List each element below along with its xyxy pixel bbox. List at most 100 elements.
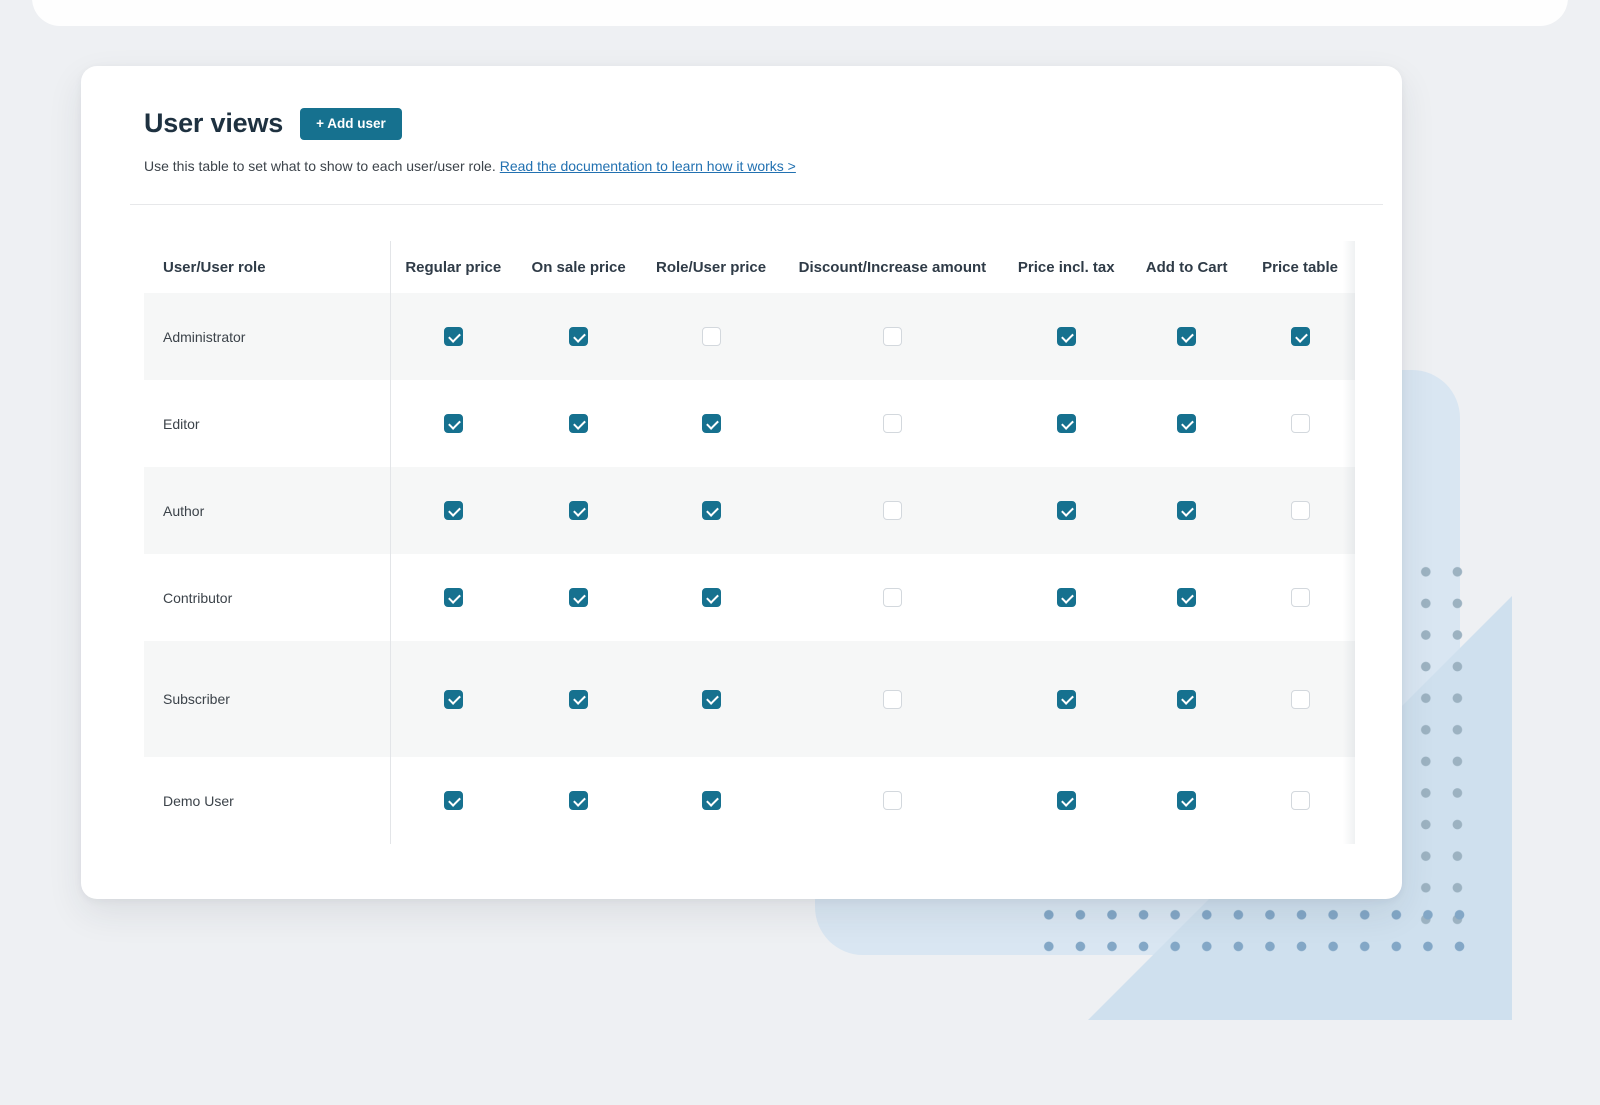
description: Use this table to set what to show to ea… (81, 140, 1402, 177)
checkbox-cell (1128, 757, 1245, 844)
checkbox-cell (516, 757, 642, 844)
checkbox-checked[interactable] (1177, 327, 1196, 346)
checkbox-cell (516, 380, 642, 467)
checkbox-checked[interactable] (702, 690, 721, 709)
checkbox-cell (642, 380, 781, 467)
checkbox-unchecked[interactable] (1291, 414, 1310, 433)
checkbox-cell (1004, 380, 1128, 467)
table-row: Demo User (144, 757, 1355, 844)
checkbox-checked[interactable] (702, 791, 721, 810)
checkbox-unchecked[interactable] (1291, 690, 1310, 709)
row-label: Administrator (144, 293, 391, 380)
checkbox-checked[interactable] (1057, 327, 1076, 346)
decor-dot-grid-vertical (1410, 556, 1474, 936)
table-row: Author (144, 467, 1355, 554)
column-header-regular-price: Regular price (391, 241, 516, 293)
stage: User views + Add user Use this table to … (0, 0, 1600, 1105)
column-header-price-table: Price table (1245, 241, 1355, 293)
description-text: Use this table to set what to show to ea… (144, 158, 496, 174)
checkbox-unchecked[interactable] (883, 414, 902, 433)
checkbox-unchecked[interactable] (883, 327, 902, 346)
checkbox-unchecked[interactable] (1291, 791, 1310, 810)
checkbox-checked[interactable] (1291, 327, 1310, 346)
checkbox-checked[interactable] (702, 501, 721, 520)
checkbox-cell (1004, 641, 1128, 757)
checkbox-checked[interactable] (444, 414, 463, 433)
checkbox-checked[interactable] (1057, 690, 1076, 709)
checkbox-checked[interactable] (569, 690, 588, 709)
page-title: User views (144, 109, 283, 139)
checkbox-checked[interactable] (1057, 588, 1076, 607)
checkbox-checked[interactable] (444, 791, 463, 810)
checkbox-checked[interactable] (569, 501, 588, 520)
checkbox-cell (1245, 293, 1355, 380)
checkbox-checked[interactable] (444, 327, 463, 346)
checkbox-checked[interactable] (1177, 501, 1196, 520)
divider (130, 204, 1383, 205)
checkbox-unchecked[interactable] (1291, 588, 1310, 607)
column-header-role-user-price: Role/User price (642, 241, 781, 293)
card-header: User views + Add user (81, 66, 1402, 140)
row-label: Demo User (144, 757, 391, 844)
column-header-price-incl-tax: Price incl. tax (1004, 241, 1128, 293)
checkbox-checked[interactable] (702, 414, 721, 433)
checkbox-checked[interactable] (1057, 791, 1076, 810)
checkbox-cell (516, 467, 642, 554)
checkbox-cell (1004, 757, 1128, 844)
checkbox-cell (1128, 467, 1245, 554)
checkbox-cell (1004, 554, 1128, 641)
row-label: Author (144, 467, 391, 554)
table-row: Subscriber (144, 641, 1355, 757)
checkbox-checked[interactable] (569, 327, 588, 346)
row-label: Subscriber (144, 641, 391, 757)
row-label: Editor (144, 380, 391, 467)
table-body: Administrator Editor Author Contributor … (144, 293, 1355, 844)
checkbox-checked[interactable] (1177, 791, 1196, 810)
checkbox-unchecked[interactable] (883, 588, 902, 607)
checkbox-cell (391, 380, 516, 467)
checkbox-checked[interactable] (1177, 414, 1196, 433)
checkbox-cell (780, 467, 1004, 554)
checkbox-cell (780, 293, 1004, 380)
checkbox-checked[interactable] (1057, 414, 1076, 433)
checkbox-cell (1245, 467, 1355, 554)
table-row: Contributor (144, 554, 1355, 641)
checkbox-cell (780, 641, 1004, 757)
checkbox-cell (642, 757, 781, 844)
checkbox-unchecked[interactable] (883, 501, 902, 520)
table-row: Administrator (144, 293, 1355, 380)
checkbox-checked[interactable] (569, 414, 588, 433)
checkbox-cell (1004, 467, 1128, 554)
checkbox-cell (516, 641, 642, 757)
add-user-button[interactable]: + Add user (300, 108, 402, 140)
checkbox-cell (391, 554, 516, 641)
table-header-row: User/User role Regular price On sale pri… (144, 241, 1355, 293)
checkbox-checked[interactable] (444, 690, 463, 709)
checkbox-cell (391, 467, 516, 554)
checkbox-checked[interactable] (1177, 690, 1196, 709)
documentation-link[interactable]: Read the documentation to learn how it w… (500, 158, 796, 174)
decor-top-strip (32, 0, 1568, 26)
checkbox-cell (1128, 293, 1245, 380)
column-header-discount-increase-amount: Discount/Increase amount (780, 241, 1004, 293)
checkbox-cell (1004, 293, 1128, 380)
checkbox-checked[interactable] (569, 588, 588, 607)
column-header-on-sale-price: On sale price (516, 241, 642, 293)
checkbox-unchecked[interactable] (702, 327, 721, 346)
checkbox-checked[interactable] (569, 791, 588, 810)
checkbox-unchecked[interactable] (883, 791, 902, 810)
checkbox-cell (780, 757, 1004, 844)
checkbox-unchecked[interactable] (883, 690, 902, 709)
checkbox-cell (642, 293, 781, 380)
checkbox-checked[interactable] (1177, 588, 1196, 607)
checkbox-cell (391, 641, 516, 757)
column-header-add-to-cart: Add to Cart (1128, 241, 1245, 293)
checkbox-checked[interactable] (702, 588, 721, 607)
checkbox-checked[interactable] (444, 501, 463, 520)
checkbox-checked[interactable] (1057, 501, 1076, 520)
checkbox-cell (1128, 380, 1245, 467)
checkbox-cell (780, 554, 1004, 641)
row-label: Contributor (144, 554, 391, 641)
checkbox-unchecked[interactable] (1291, 501, 1310, 520)
checkbox-checked[interactable] (444, 588, 463, 607)
